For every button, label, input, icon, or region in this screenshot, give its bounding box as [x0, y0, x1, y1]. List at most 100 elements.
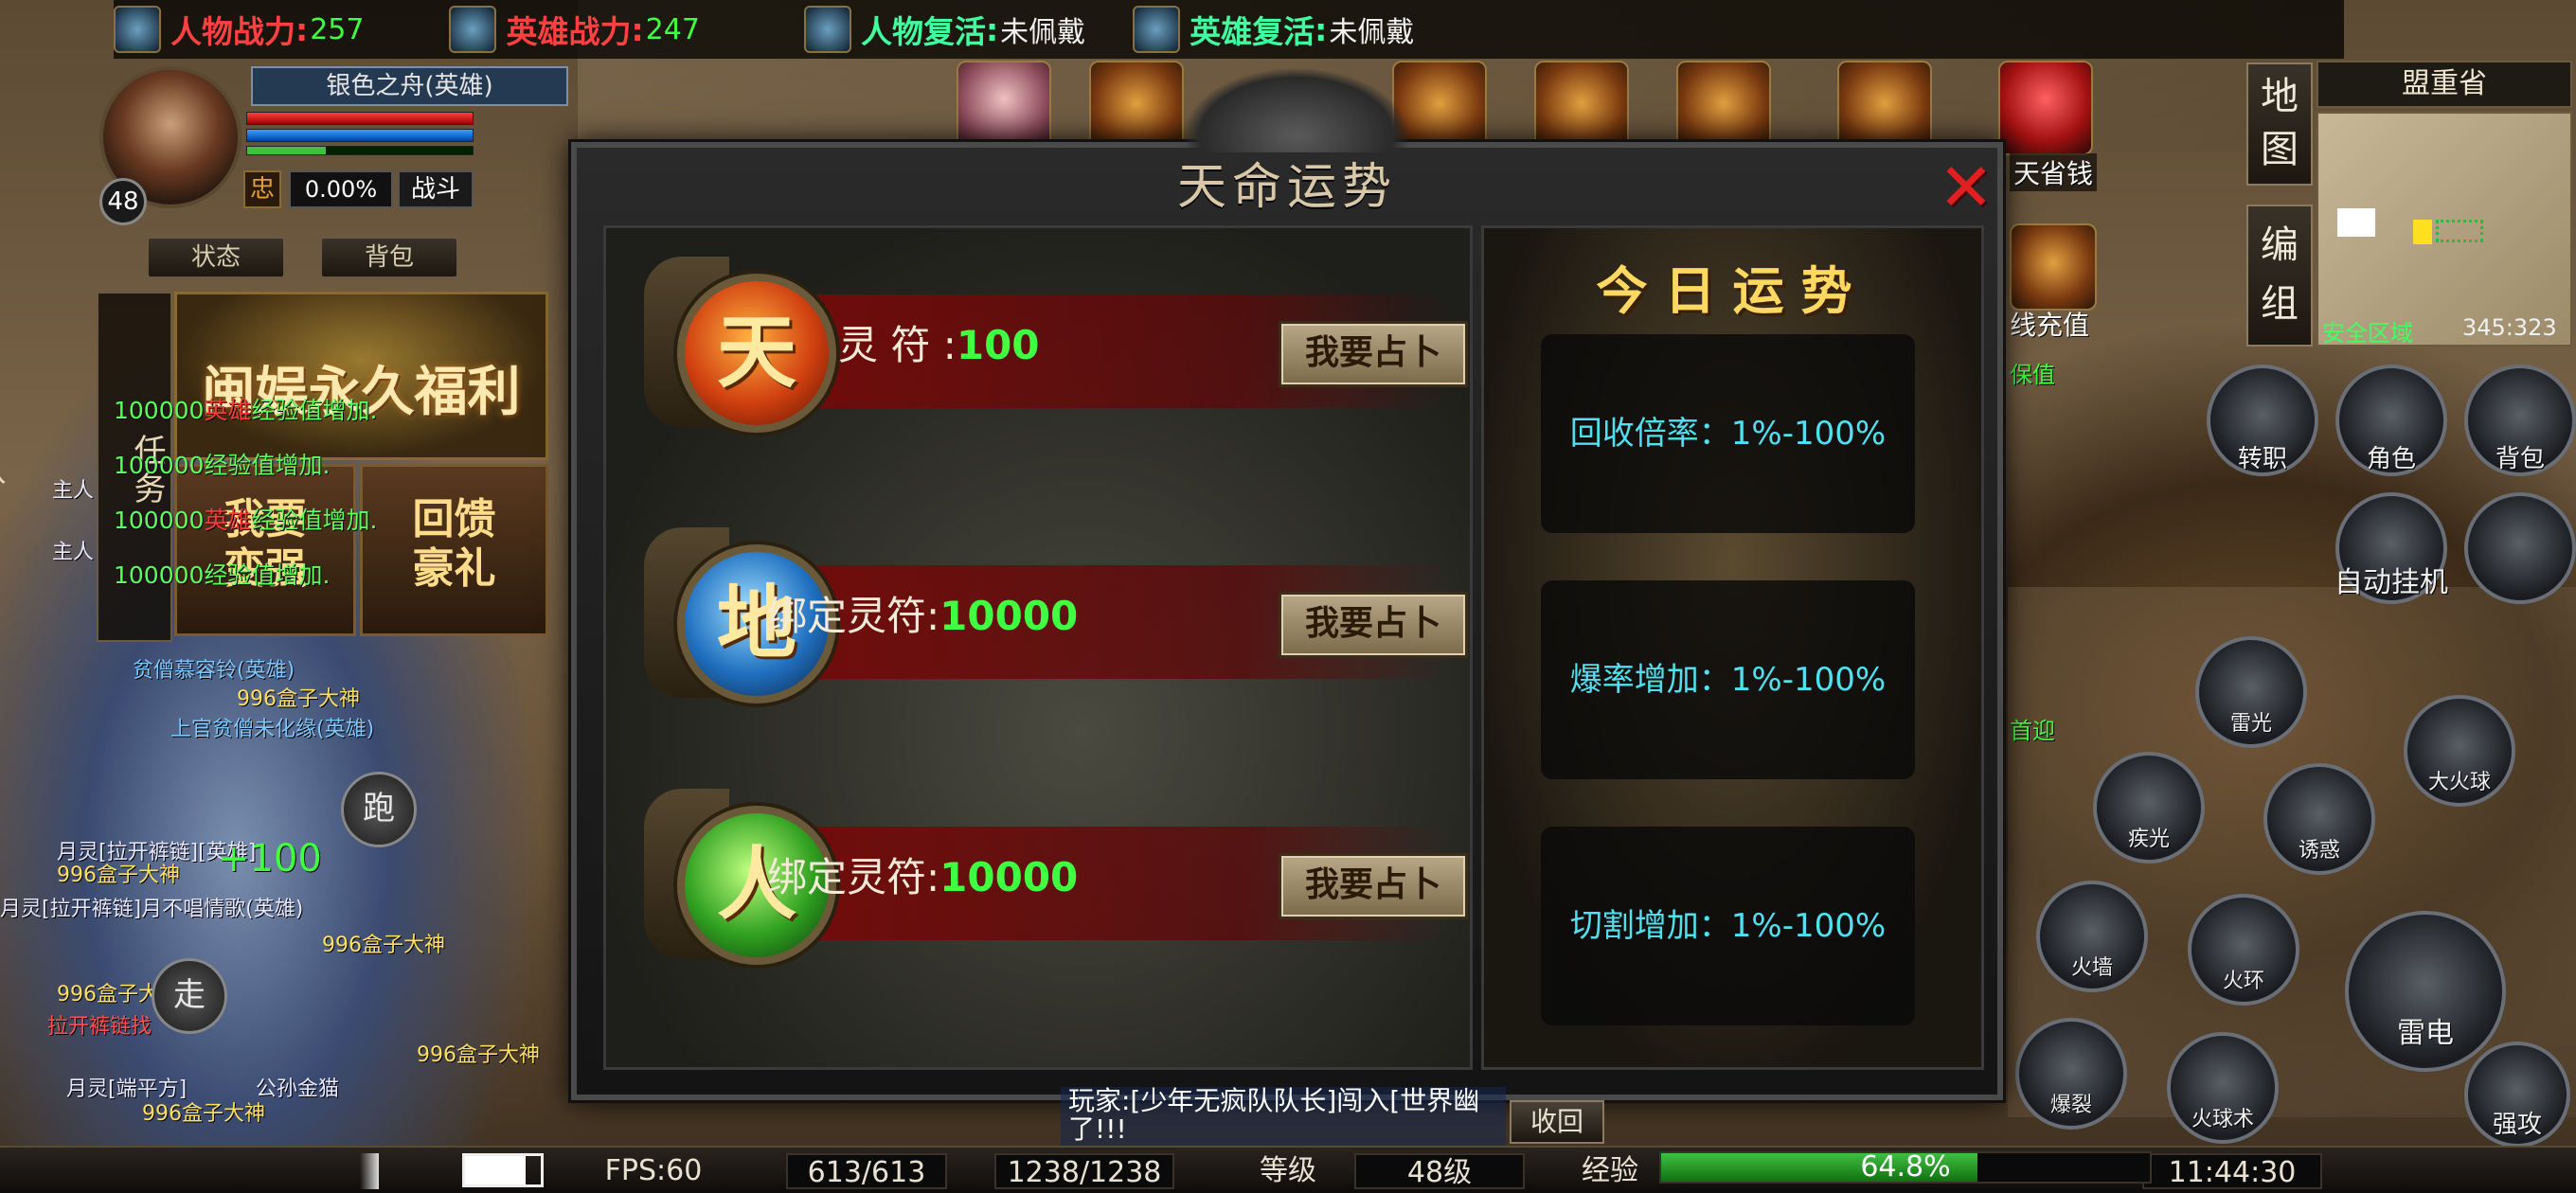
jade-icon [803, 6, 851, 53]
fortune-cut-rate: 切割增加：1%-100% [1541, 827, 1915, 1025]
minimap[interactable] [2317, 112, 2572, 347]
top-stat-label: 英雄复活 [1190, 13, 1315, 50]
group-btn-line1: 编 [2261, 223, 2299, 267]
player-name-tag[interactable]: 996盒子大神 [57, 858, 180, 888]
skill-label: 火环 [2222, 970, 2264, 993]
top-stat-2: 人物复活: 未佩戴 [803, 0, 1086, 59]
map-button[interactable]: 地图 [2246, 62, 2313, 186]
beauty-event-icon[interactable] [957, 61, 1051, 155]
safe-zone-label: 安全区域 [2322, 320, 2413, 347]
player-name-tag[interactable]: 996盒子大神 [417, 1038, 540, 1068]
job-change-label: 转职 [2237, 445, 2287, 473]
skill-label: 雷光 [2229, 712, 2272, 736]
top-stat-colon: : [631, 10, 644, 48]
top-stat-1: 英雄战力:247 [449, 0, 700, 59]
earth-value: 10000 [939, 593, 1079, 639]
chat-tail: 了!!! [1068, 1113, 1127, 1145]
skill-label: 火球术 [2191, 1108, 2254, 1131]
hammer-event-icon[interactable] [1676, 61, 1771, 155]
thunder-icon[interactable]: 雷光 [2195, 636, 2307, 748]
sword-icon[interactable]: 强攻 [2464, 1042, 2570, 1148]
explode-icon[interactable]: 爆裂 [2015, 1018, 2127, 1130]
character-button[interactable]: 角色 [2335, 365, 2447, 476]
hero-name: 银色之舟(英雄) [251, 66, 568, 106]
side-label-value: 保值 [2010, 362, 2055, 388]
npc-marker-icon [2436, 220, 2483, 242]
player-name-tag[interactable]: 贫僧慕容铃(英雄) [133, 653, 295, 684]
flame-icon [449, 6, 497, 53]
earth-label-text: 绑定灵符: [767, 593, 940, 639]
side-label-recharge[interactable]: 线充值 [2010, 305, 2089, 343]
player-name-tag[interactable]: 上官贫僧未化缘(英雄) [170, 712, 374, 742]
player-name-tag[interactable]: 主人 [52, 535, 94, 565]
skill-label: 爆裂 [2049, 1094, 2092, 1117]
player-name-tag[interactable]: 拉开裤链找 [47, 1009, 152, 1040]
recharge-event-icon[interactable] [2010, 223, 2097, 311]
coin-event-icon[interactable] [1534, 61, 1629, 155]
log-amount: 100000 [114, 397, 205, 424]
close-x-icon[interactable]: ✕ [1937, 154, 1995, 221]
human-divine-button[interactable]: 我要占卜 [1279, 853, 1468, 919]
log-amount: 100000 [114, 507, 205, 534]
level-value: 48级 [1354, 1153, 1525, 1189]
lightning-icon[interactable]: 疾光 [2093, 752, 2205, 864]
bag-action-label: 背包 [2495, 445, 2545, 473]
player-name-tag[interactable]: +100 [218, 837, 322, 881]
skill-label: 诱惑 [2298, 839, 2340, 863]
top-stat-0: 人物战力:257 [114, 0, 364, 59]
bag-button[interactable]: 背包 [320, 237, 458, 278]
heaven-value: 100 [956, 322, 1040, 368]
map-btn-line2: 图 [2261, 128, 2299, 171]
today-fortune-title: 今日运势 [1596, 260, 1869, 321]
earth-divine-button[interactable]: 我要占卜 [1279, 592, 1468, 658]
recall-button[interactable]: 收回 [1510, 1100, 1604, 1144]
thunderbolt-icon[interactable]: 雷电 [2345, 911, 2506, 1072]
chest-event-icon[interactable] [1837, 61, 1932, 155]
walk-button[interactable]: 走 [152, 958, 227, 1034]
firering-icon[interactable]: 火环 [2188, 894, 2299, 1006]
hero-mode-button[interactable]: 战斗 [398, 170, 474, 208]
top-stat-colon: : [1315, 10, 1328, 48]
fireball-small-icon[interactable]: 火球术 [2167, 1032, 2279, 1144]
top-stat-value: 未佩戴 [1000, 16, 1086, 49]
side-label-save[interactable]: 天省钱 [2010, 153, 2098, 191]
firewall-icon[interactable]: 火墙 [2036, 881, 2148, 992]
player-name-tag[interactable]: 996盒子大神 [142, 1096, 265, 1127]
team-tab-label: 队 [0, 453, 6, 490]
player-name-tag[interactable]: 996盒子大神 [237, 682, 360, 712]
exp-label: 经验 [1582, 1154, 1638, 1187]
fortune-recycle-rate: 回收倍率：1%-100% [1541, 334, 1915, 533]
clock: 11:44:30 [2142, 1153, 2322, 1189]
player-name-tag[interactable]: 月灵[拉开裤链]月不唱情歌(英雄) [0, 892, 303, 922]
player-marker-icon [2413, 220, 2432, 244]
top-stat-3: 英雄复活: 未佩戴 [1133, 0, 1414, 59]
log-text: 经验值增加. [204, 452, 331, 479]
skill-label: 火墙 [2070, 956, 2113, 980]
dragon-event-icon[interactable] [1089, 61, 1184, 155]
top-stat-value: 247 [645, 12, 700, 46]
exp-percent: 64.8% [1860, 1150, 1951, 1184]
player-name-tag[interactable]: 996盒子大神 [322, 928, 445, 958]
lure-icon[interactable]: 诱惑 [2263, 763, 2375, 875]
heaven-divine-button[interactable]: 我要占卜 [1279, 321, 1468, 387]
human-row: 人 绑定灵符:10000 我要占卜 [644, 789, 1468, 978]
job-change-button[interactable]: 转职 [2207, 365, 2318, 476]
bag-action-button[interactable]: 背包 [2464, 365, 2576, 476]
log-hero: 英雄 [204, 397, 252, 424]
group-button[interactable]: 编组 [2246, 205, 2313, 347]
hero-level-badge: 48 [99, 178, 147, 225]
log-line: 100000经验值增加. [114, 438, 568, 493]
dpad-icon[interactable] [2464, 492, 2576, 604]
fireball-icon[interactable]: 大火球 [2404, 695, 2515, 807]
player-name-tag[interactable]: 公孙金猫 [256, 1072, 339, 1102]
loyalty-icon: 忠 [243, 170, 281, 208]
log-hero: 英雄 [204, 507, 252, 534]
status-button[interactable]: 状态 [147, 237, 285, 278]
skill-label: 大火球 [2427, 771, 2491, 794]
auto-battle-button[interactable]: 自动挂机 [2334, 492, 2448, 604]
gift-event-icon[interactable] [1998, 61, 2093, 155]
run-button[interactable]: 跑 [341, 772, 417, 847]
system-message-log: 100000英雄经验值增加. 100000经验值增加. 100000英雄经验值增加.… [114, 383, 568, 603]
dialog-title: 天命运势 [1176, 159, 1397, 216]
player-name-tag[interactable]: 主人 [52, 473, 94, 504]
